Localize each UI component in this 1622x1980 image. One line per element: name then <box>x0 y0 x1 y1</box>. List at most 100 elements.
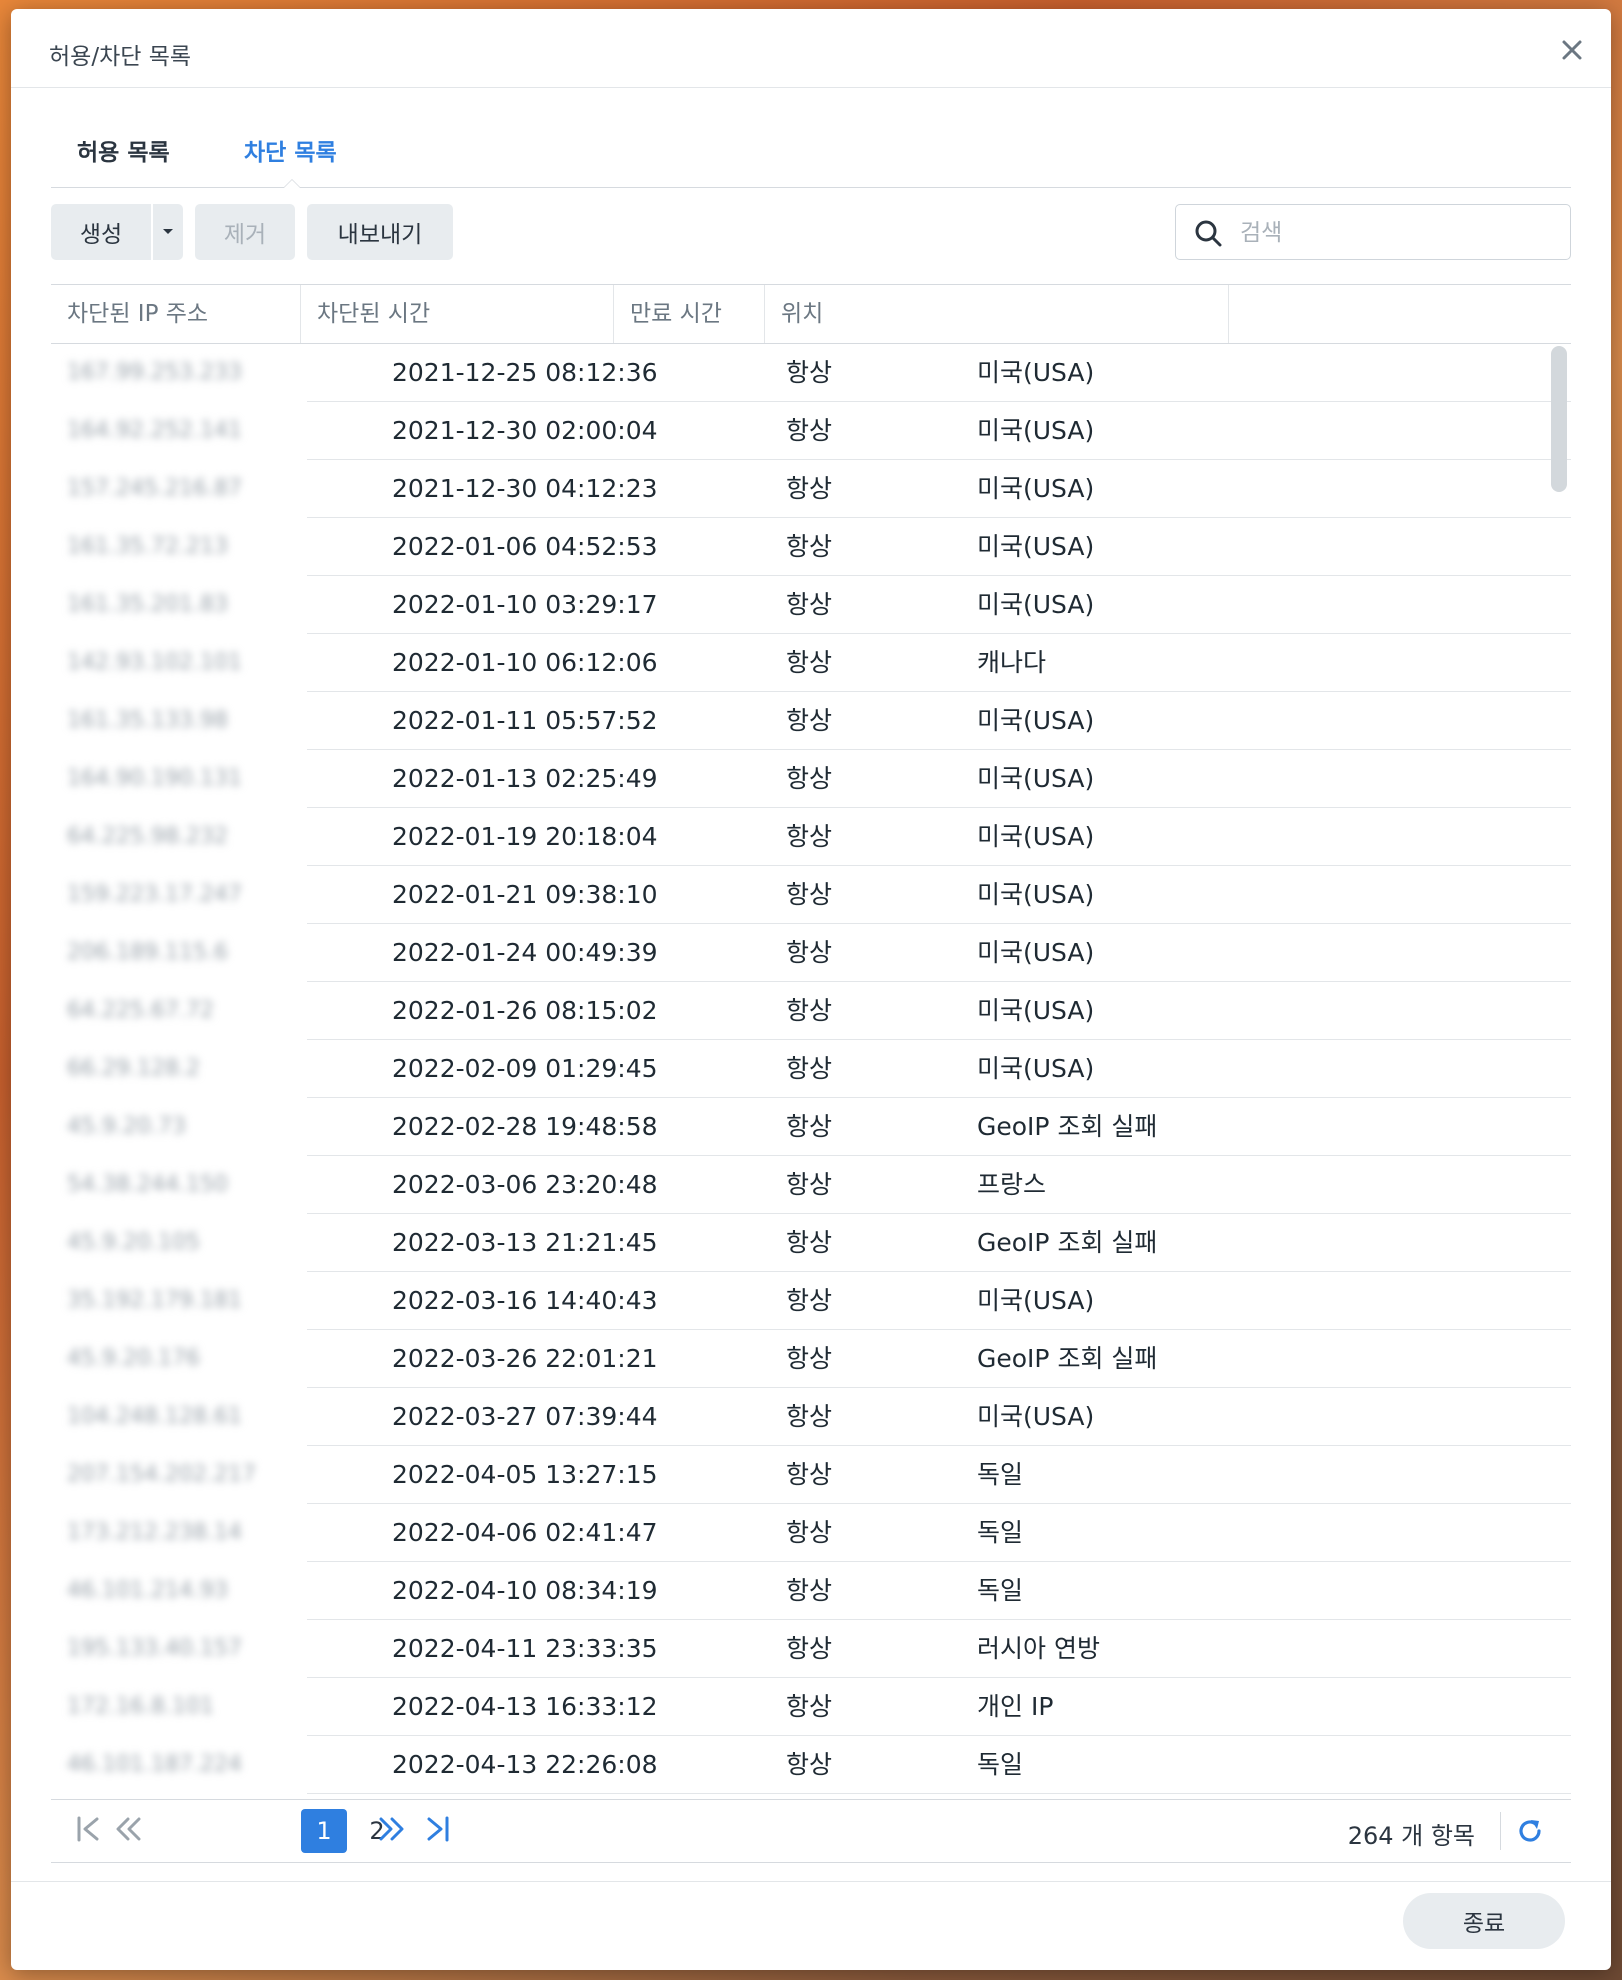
table-row[interactable]: 167.99.253.233 2021-12-25 08:12:36 항상 미국(US… <box>51 344 1571 402</box>
table-row[interactable]: 161.35.72.213 2022-01-06 04:52:53 항상 미국(USA… <box>51 518 1571 576</box>
table-row[interactable]: 35.192.179.181 2022-03-16 14:40:43 항상 미국(US… <box>51 1272 1571 1330</box>
cell-ip: 45.9.20.105 <box>67 1230 200 1255</box>
cell-location: 독일 <box>977 1576 1024 1605</box>
cell-expire-time: 항상 <box>786 1692 833 1721</box>
cell-ip: 66.29.128.2 <box>67 1056 200 1081</box>
table-row[interactable]: 54.38.244.150 2022-03-06 23:20:48 항상 프랑스 <box>51 1156 1571 1214</box>
tab-allow-list[interactable]: 허용 목록 <box>77 133 170 167</box>
column-header-location[interactable]: 위치 <box>765 285 1229 343</box>
cell-expire-time: 항상 <box>786 1402 833 1431</box>
table-row[interactable]: 161.35.201.83 2022-01-10 03:29:17 항상 미국(USA… <box>51 576 1571 634</box>
tab-bar: 허용 목록 차단 목록 <box>51 107 1571 188</box>
cell-ip: 46.101.214.93 <box>67 1578 228 1603</box>
cell-ip: 45.9.20.73 <box>67 1114 186 1139</box>
cell-blocked-time: 2022-01-26 08:15:02 <box>392 996 658 1025</box>
cell-location: 미국(USA) <box>977 1286 1095 1315</box>
table-row[interactable]: 66.29.128.2 2022-02-09 01:29:45 항상 미국(USA) <box>51 1040 1571 1098</box>
cell-expire-time: 항상 <box>786 532 833 561</box>
cell-blocked-time: 2022-03-06 23:20:48 <box>392 1170 658 1199</box>
table-row[interactable]: 206.189.115.6 2022-01-24 00:49:39 항상 미국(USA… <box>51 924 1571 982</box>
table-row[interactable]: 46.101.214.93 2022-04-10 08:34:19 항상 독일 <box>51 1562 1571 1620</box>
cell-blocked-time: 2022-04-10 08:34:19 <box>392 1576 658 1605</box>
cell-location: 미국(USA) <box>977 532 1095 561</box>
dialog-titlebar: 허용/차단 목록 <box>11 9 1611 88</box>
cell-location: 개인 IP <box>977 1692 1054 1721</box>
table-row[interactable]: 64.225.67.72 2022-01-26 08:15:02 항상 미국(USA) <box>51 982 1571 1040</box>
cell-blocked-time: 2022-03-27 07:39:44 <box>392 1402 658 1431</box>
cell-ip: 54.38.244.150 <box>67 1172 228 1197</box>
table-row[interactable]: 164.92.252.141 2021-12-30 02:00:04 항상 미국(US… <box>51 402 1571 460</box>
tab-block-list[interactable]: 차단 목록 <box>244 133 337 167</box>
cell-expire-time: 항상 <box>786 1518 833 1547</box>
item-count: 264 개 항목 <box>1347 1822 1475 1850</box>
table-body: 167.99.253.233 2021-12-25 08:12:36 항상 미국(US… <box>51 344 1571 1794</box>
cell-expire-time: 항상 <box>786 880 833 909</box>
page-button-1[interactable]: 1 <box>301 1809 347 1853</box>
footer-close-button[interactable]: 종료 <box>1403 1893 1565 1949</box>
create-dropdown-button[interactable] <box>153 204 183 260</box>
cell-blocked-time: 2022-04-13 22:26:08 <box>392 1750 658 1779</box>
remove-button[interactable]: 제거 <box>195 204 295 260</box>
column-header-expire-time[interactable]: 만료 시간 <box>614 285 765 343</box>
table-row[interactable]: 172.16.8.101 2022-04-13 16:33:12 항상 개인 IP <box>51 1678 1571 1736</box>
table-row[interactable]: 207.154.202.217 2022-04-05 13:27:15 항상 독일 <box>51 1446 1571 1504</box>
search-box <box>1175 204 1571 260</box>
cell-expire-time: 항상 <box>786 1750 833 1779</box>
table-row[interactable]: 104.248.128.61 2022-03-27 07:39:44 항상 미국(US… <box>51 1388 1571 1446</box>
close-button[interactable] <box>1555 33 1589 67</box>
table-row[interactable]: 142.93.102.101 2022-01-10 06:12:06 항상 캐나다 <box>51 634 1571 692</box>
table-scrollbar[interactable] <box>1551 346 1567 492</box>
create-button[interactable]: 생성 <box>51 204 151 260</box>
cell-location: 미국(USA) <box>977 764 1095 793</box>
last-page-icon[interactable] <box>423 1814 453 1844</box>
table-row[interactable]: 45.9.20.73 2022-02-28 19:48:58 항상 GeoIP 조회 … <box>51 1098 1571 1156</box>
cell-ip: 161.35.201.83 <box>67 592 228 617</box>
table-row[interactable]: 157.245.216.87 2021-12-30 04:12:23 항상 미국(US… <box>51 460 1571 518</box>
cell-location: GeoIP 조회 실패 <box>977 1344 1158 1373</box>
table-row[interactable]: 64.225.98.232 2022-01-19 20:18:04 항상 미국(USA… <box>51 808 1571 866</box>
next-page-icon[interactable] <box>377 1814 407 1844</box>
table-row[interactable]: 46.101.187.224 2022-04-13 22:26:08 항상 독일 <box>51 1736 1571 1794</box>
cell-location: 미국(USA) <box>977 416 1095 445</box>
close-icon <box>1562 40 1582 60</box>
table-row[interactable]: 161.35.133.98 2022-01-11 05:57:52 항상 미국(USA… <box>51 692 1571 750</box>
cell-location: 미국(USA) <box>977 938 1095 967</box>
cell-location: 미국(USA) <box>977 706 1095 735</box>
table-row[interactable]: 173.212.238.14 2022-04-06 02:41:47 항상 독일 <box>51 1504 1571 1562</box>
refresh-icon[interactable] <box>1515 1816 1545 1846</box>
cell-location: 독일 <box>977 1460 1024 1489</box>
cell-ip: 161.35.133.98 <box>67 708 228 733</box>
cell-ip: 64.225.67.72 <box>67 998 214 1023</box>
column-header-blocked-time[interactable]: 차단된 시간 <box>301 285 614 343</box>
column-header-ip[interactable]: 차단된 IP 주소 <box>51 285 301 343</box>
cell-location: 미국(USA) <box>977 590 1095 619</box>
dialog-title: 허용/차단 목록 <box>49 44 192 70</box>
first-page-icon[interactable] <box>73 1814 103 1844</box>
table-row[interactable]: 45.9.20.176 2022-03-26 22:01:21 항상 GeoIP 조회… <box>51 1330 1571 1388</box>
cell-expire-time: 항상 <box>786 822 833 851</box>
search-input[interactable] <box>1238 215 1542 251</box>
cell-ip: 142.93.102.101 <box>67 650 242 675</box>
table-row[interactable]: 164.90.190.131 2022-01-13 02:25:49 항상 미국(US… <box>51 750 1571 808</box>
cell-expire-time: 항상 <box>786 1170 833 1199</box>
cell-expire-time: 항상 <box>786 1054 833 1083</box>
cell-location: 미국(USA) <box>977 880 1095 909</box>
allow-block-list-dialog: 허용/차단 목록 허용 목록 차단 목록 생성 제거 내보내기 검색 차단된 I… <box>11 9 1611 1970</box>
prev-page-icon[interactable] <box>113 1814 143 1844</box>
cell-expire-time: 항상 <box>786 358 833 387</box>
cell-expire-time: 항상 <box>786 706 833 735</box>
table-row[interactable]: 195.133.40.157 2022-04-11 23:33:35 항상 러시아 연… <box>51 1620 1571 1678</box>
table-row[interactable]: 159.223.17.247 2022-01-21 09:38:10 항상 미국(US… <box>51 866 1571 924</box>
export-button[interactable]: 내보내기 <box>307 204 453 260</box>
search-icon <box>1195 220 1222 247</box>
dropdown-arrow-icon <box>163 229 173 234</box>
cell-blocked-time: 2022-02-09 01:29:45 <box>392 1054 658 1083</box>
table-row[interactable]: 45.9.20.105 2022-03-13 21:21:45 항상 GeoIP 조회… <box>51 1214 1571 1272</box>
cell-ip: 159.223.17.247 <box>67 882 242 907</box>
cell-location: 러시아 연방 <box>977 1634 1100 1663</box>
cell-ip: 206.189.115.6 <box>67 940 228 965</box>
cell-blocked-time: 2022-01-21 09:38:10 <box>392 880 658 909</box>
cell-ip: 45.9.20.176 <box>67 1346 200 1371</box>
cell-location: 미국(USA) <box>977 822 1095 851</box>
footer-divider <box>11 1881 1611 1882</box>
